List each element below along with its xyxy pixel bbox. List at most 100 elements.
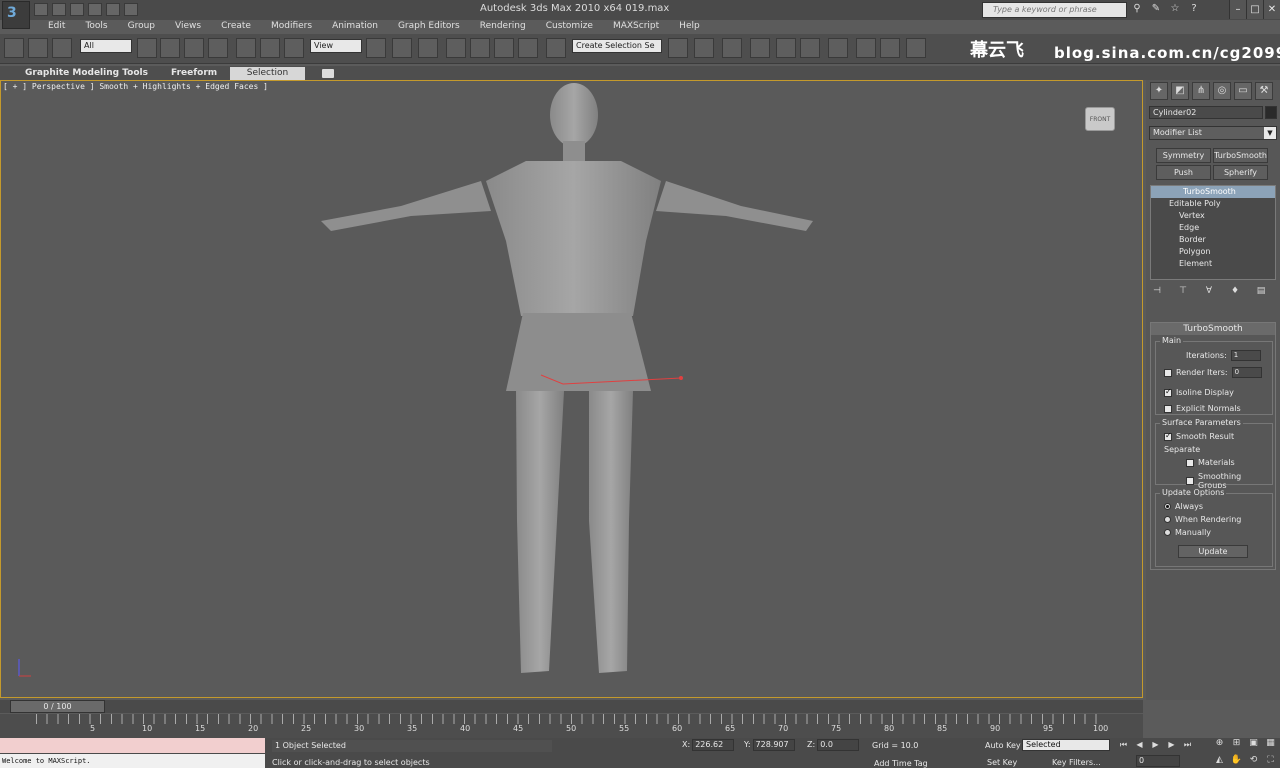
next-frame-icon[interactable]: ▶ (1165, 738, 1178, 751)
stack-item-element[interactable]: Element (1151, 258, 1275, 270)
pan-icon[interactable]: ✋ (1230, 755, 1243, 768)
time-slider[interactable]: 0 / 100 (10, 700, 105, 713)
perspective-viewport[interactable] (0, 80, 1143, 698)
move-icon[interactable] (236, 38, 256, 58)
stack-item-vertex[interactable]: Vertex (1151, 210, 1275, 222)
turbosmooth-button[interactable]: TurboSmooth (1213, 148, 1268, 163)
angle-snap-icon[interactable] (470, 38, 490, 58)
named-selection-dropdown[interactable]: Create Selection Se (572, 39, 662, 53)
smooth-result-checkbox[interactable] (1164, 431, 1172, 441)
save-file-icon[interactable] (70, 3, 84, 16)
motion-tab-icon[interactable]: ◎ (1213, 82, 1231, 100)
key-icon[interactable]: ✎ (1149, 2, 1163, 16)
ref-coord-dropdown[interactable]: View (310, 39, 362, 53)
open-file-icon[interactable] (52, 3, 66, 16)
orbit-icon[interactable]: ⟲ (1247, 755, 1260, 768)
utilities-tab-icon[interactable]: ⚒ (1255, 82, 1273, 100)
maxscript-listener-output[interactable]: Welcome to MAXScript. (0, 754, 265, 768)
current-frame-field[interactable]: 0 (1136, 755, 1180, 767)
prev-frame-icon[interactable]: ◀ (1133, 738, 1146, 751)
graphite-toggle-icon[interactable] (750, 38, 770, 58)
viewcube[interactable]: FRONT (1085, 107, 1115, 131)
render-production-icon[interactable] (906, 38, 926, 58)
auto-key-button[interactable]: Auto Key (985, 741, 1021, 750)
app-logo-button[interactable]: 3 (2, 1, 30, 29)
menu-modifiers[interactable]: Modifiers (261, 19, 322, 33)
pin-stack-icon[interactable]: ⊣ (1150, 286, 1164, 300)
create-tab-icon[interactable]: ✦ (1150, 82, 1168, 100)
edit-named-selection-icon[interactable] (546, 38, 566, 58)
help-icon[interactable]: ? (1187, 2, 1201, 16)
when-rendering-radio[interactable] (1164, 516, 1171, 523)
render-setup-icon[interactable] (856, 38, 876, 58)
modify-tab-icon[interactable]: ◩ (1171, 82, 1189, 100)
select-manipulate-icon[interactable] (392, 38, 412, 58)
mirror-icon[interactable] (668, 38, 688, 58)
hierarchy-tab-icon[interactable]: ⋔ (1192, 82, 1210, 100)
explicit-normals-checkbox[interactable] (1164, 404, 1172, 413)
close-icon[interactable]: ✕ (1263, 0, 1280, 19)
play-icon[interactable]: ▶ (1149, 738, 1162, 751)
object-color-swatch[interactable] (1265, 106, 1277, 119)
menu-customize[interactable]: Customize (536, 19, 603, 33)
menu-group[interactable]: Group (118, 19, 165, 33)
percent-snap-icon[interactable] (494, 38, 514, 58)
manually-radio[interactable] (1164, 529, 1171, 536)
project-folder-icon[interactable] (124, 3, 138, 16)
goto-end-icon[interactable]: ⏭ (1181, 738, 1194, 751)
viewport-label[interactable]: [ + ] Perspective ] Smooth + Highlights … (3, 82, 268, 91)
maxscript-listener-input[interactable] (0, 738, 265, 753)
render-iters-checkbox[interactable] (1164, 368, 1172, 377)
rect-selection-icon[interactable] (184, 38, 204, 58)
configure-sets-icon[interactable]: ▤ (1254, 286, 1268, 300)
maximize-icon[interactable]: □ (1246, 0, 1263, 19)
add-time-tag[interactable]: Add Time Tag (874, 759, 928, 768)
time-slider-track[interactable]: 0 / 100 (0, 700, 1143, 713)
zoom-icon[interactable]: ⊕ (1213, 738, 1226, 751)
link-icon[interactable] (4, 38, 24, 58)
search-input[interactable]: Type a keyword or phrase (982, 2, 1127, 18)
spherify-button[interactable]: Spherify (1213, 165, 1268, 180)
layer-manager-icon[interactable] (722, 38, 742, 58)
star-icon[interactable]: ☆ (1168, 2, 1182, 16)
zoom-extents-all-icon[interactable]: ▦ (1264, 738, 1277, 751)
x-field[interactable]: 226.62 (692, 739, 735, 751)
fov-icon[interactable]: ◭ (1213, 755, 1226, 768)
curve-editor-icon[interactable] (776, 38, 796, 58)
character-model[interactable] (1, 81, 1144, 699)
menu-views[interactable]: Views (165, 19, 211, 33)
select-by-name-icon[interactable] (160, 38, 180, 58)
menu-help[interactable]: Help (669, 19, 710, 33)
menu-maxscript[interactable]: MAXScript (603, 19, 669, 33)
smoothing-groups-checkbox[interactable] (1186, 477, 1194, 485)
y-field[interactable]: 728.907 (752, 739, 795, 751)
make-unique-icon[interactable]: ∀ (1202, 286, 1216, 300)
zoom-extents-icon[interactable]: ▣ (1247, 738, 1260, 751)
symmetry-button[interactable]: Symmetry (1156, 148, 1211, 163)
key-filters-button[interactable]: Key Filters... (1052, 758, 1101, 767)
push-button[interactable]: Push (1156, 165, 1211, 180)
rendered-frame-icon[interactable] (880, 38, 900, 58)
window-crossing-icon[interactable] (208, 38, 228, 58)
zoom-all-icon[interactable]: ⊞ (1230, 738, 1243, 751)
select-object-icon[interactable] (137, 38, 157, 58)
align-icon[interactable] (694, 38, 714, 58)
modifier-list-dropdown[interactable]: Modifier List ▼ (1149, 126, 1277, 140)
stack-item-edge[interactable]: Edge (1151, 222, 1275, 234)
stack-item-editable-poly[interactable]: Editable Poly (1151, 198, 1275, 210)
minimize-icon[interactable]: – (1229, 0, 1246, 19)
schematic-view-icon[interactable] (800, 38, 820, 58)
rollout-title[interactable]: TurboSmooth (1151, 323, 1275, 335)
iterations-spinner[interactable]: 1 (1230, 350, 1261, 361)
undo-icon[interactable] (88, 3, 102, 16)
new-file-icon[interactable] (34, 3, 48, 16)
show-end-result-icon[interactable]: ⊤ (1176, 286, 1190, 300)
isoline-checkbox[interactable] (1164, 387, 1172, 397)
spinner-snap-icon[interactable] (518, 38, 538, 58)
menu-animation[interactable]: Animation (322, 19, 388, 33)
keyboard-shortcut-icon[interactable] (418, 38, 438, 58)
remove-modifier-icon[interactable]: ♦ (1228, 286, 1242, 300)
menu-rendering[interactable]: Rendering (470, 19, 536, 33)
trackbar[interactable]: 5 10 15 20 25 30 35 40 45 50 55 60 65 70… (0, 714, 1143, 738)
maximize-viewport-icon[interactable]: ⛶ (1264, 755, 1277, 768)
